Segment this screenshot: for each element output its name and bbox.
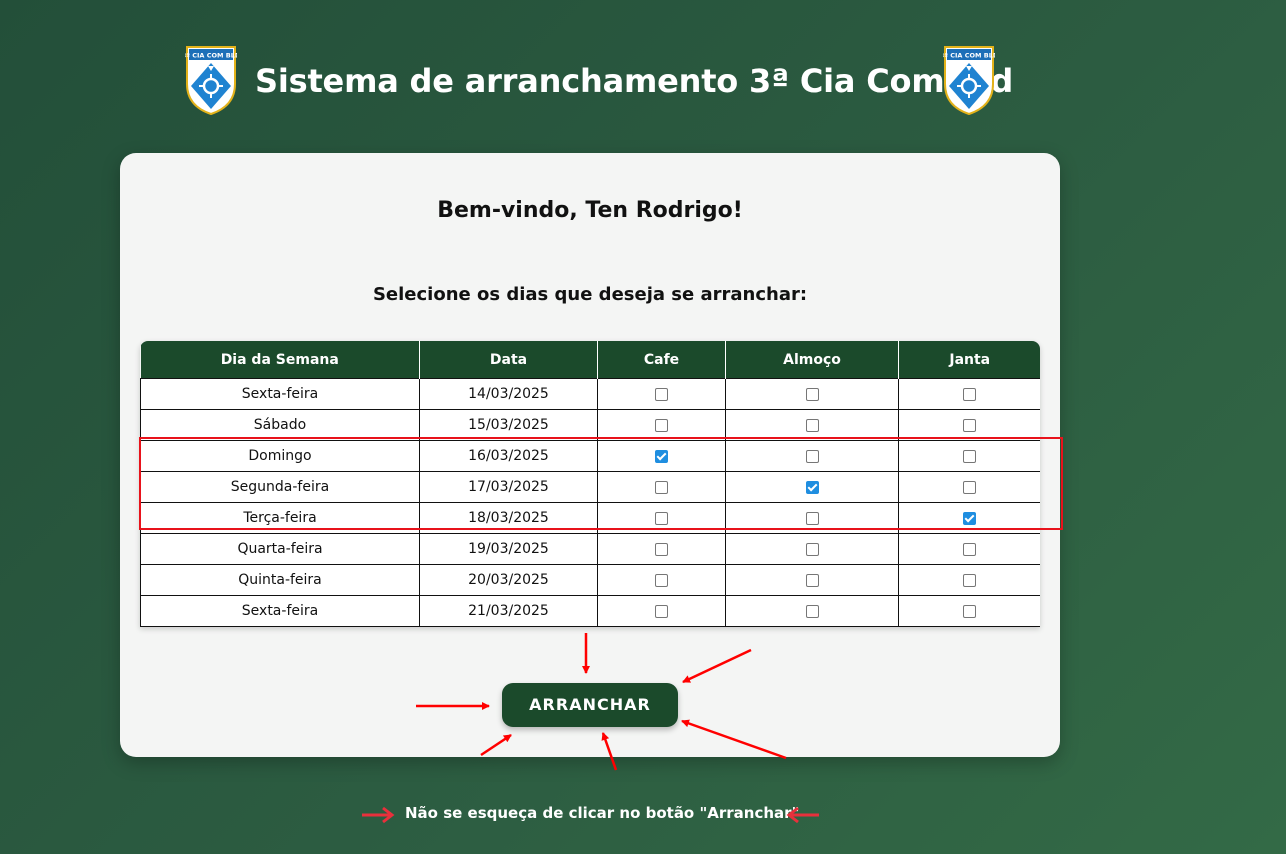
cell-date: 16/03/2025 xyxy=(419,440,598,472)
cafe-checkbox[interactable] xyxy=(655,542,668,556)
cell-day: Sexta-feira xyxy=(140,378,420,410)
cell-day: Sexta-feira xyxy=(140,595,420,627)
cell-date: 17/03/2025 xyxy=(419,471,598,503)
almoco-checkbox[interactable] xyxy=(805,418,819,432)
table-row: Domingo 16/03/2025 xyxy=(140,440,1040,472)
cafe-checkbox[interactable] xyxy=(655,511,668,525)
cell-almoco xyxy=(725,378,899,410)
cell-day: Terça-feira xyxy=(140,502,420,534)
cell-day: Quinta-feira xyxy=(140,564,420,596)
cell-cafe xyxy=(597,378,726,410)
cell-cafe xyxy=(597,502,726,534)
cell-cafe xyxy=(597,440,726,472)
cell-almoco xyxy=(725,595,899,627)
arranchar-button[interactable]: ARRANCHAR xyxy=(502,683,678,727)
cafe-checkbox[interactable] xyxy=(655,604,668,618)
cell-date: 15/03/2025 xyxy=(419,409,598,441)
header-cafe: Cafe xyxy=(597,341,726,379)
janta-checkbox[interactable] xyxy=(963,480,976,494)
cell-janta xyxy=(898,471,1040,503)
janta-checkbox[interactable] xyxy=(963,542,976,556)
table-row: Segunda-feira 17/03/2025 xyxy=(140,471,1040,503)
cell-janta xyxy=(898,502,1040,534)
cell-day: Segunda-feira xyxy=(140,471,420,503)
cell-almoco xyxy=(725,440,899,472)
cell-day: Sábado xyxy=(140,409,420,441)
cell-almoco xyxy=(725,409,899,441)
header-almoco: Almoço xyxy=(725,341,899,379)
welcome-message: Bem-vindo, Ten Rodrigo! xyxy=(437,198,743,223)
cell-day: Quarta-feira xyxy=(140,533,420,565)
almoco-checkbox[interactable] xyxy=(805,387,819,401)
table-header-row: Dia da Semana Data Cafe Almoço Janta xyxy=(140,341,1040,379)
table-row: Quinta-feira 20/03/2025 xyxy=(140,564,1040,596)
header-date: Data xyxy=(419,341,598,379)
cell-janta xyxy=(898,409,1040,441)
cell-cafe xyxy=(597,564,726,596)
cell-date: 18/03/2025 xyxy=(419,502,598,534)
almoco-checkbox[interactable] xyxy=(805,573,819,587)
cell-almoco xyxy=(725,564,899,596)
cell-janta xyxy=(898,533,1040,565)
cell-day: Domingo xyxy=(140,440,420,472)
cell-cafe xyxy=(597,471,726,503)
cell-cafe xyxy=(597,595,726,627)
cell-janta xyxy=(898,564,1040,596)
cell-date: 21/03/2025 xyxy=(419,595,598,627)
cell-almoco xyxy=(725,533,899,565)
cell-janta xyxy=(898,595,1040,627)
svg-text:3ª CIA COM BLD: 3ª CIA COM BLD xyxy=(943,52,995,60)
cell-almoco xyxy=(725,471,899,503)
cell-cafe xyxy=(597,533,726,565)
cafe-checkbox[interactable] xyxy=(655,418,668,432)
meal-table-container: Dia da Semana Data Cafe Almoço Janta Sex… xyxy=(140,341,1040,627)
cell-almoco xyxy=(725,502,899,534)
cell-cafe xyxy=(597,409,726,441)
almoco-checkbox[interactable] xyxy=(805,449,819,463)
arrow-right-icon xyxy=(362,806,395,824)
janta-checkbox[interactable] xyxy=(963,604,976,618)
cafe-checkbox[interactable] xyxy=(655,387,668,401)
table-row: Sexta-feira 21/03/2025 xyxy=(140,595,1040,627)
janta-checkbox[interactable] xyxy=(963,387,976,401)
table-row: Terça-feira 18/03/2025 xyxy=(140,502,1040,534)
cell-date: 19/03/2025 xyxy=(419,533,598,565)
janta-checkbox[interactable] xyxy=(963,418,976,432)
table-row: Quarta-feira 19/03/2025 xyxy=(140,533,1040,565)
reminder-text: Não se esqueça de clicar no botão "Arran… xyxy=(405,804,800,822)
unit-emblem-icon: 3ª CIA COM BLD xyxy=(185,46,237,116)
table-row: Sexta-feira 14/03/2025 xyxy=(140,378,1040,410)
unit-emblem-icon: 3ª CIA COM BLD xyxy=(943,46,995,116)
page-header: 3ª CIA COM BLD Sistema de arranchamento … xyxy=(185,44,1014,116)
arrow-left-icon xyxy=(786,806,819,824)
almoco-checkbox[interactable] xyxy=(805,480,819,494)
cell-janta xyxy=(898,378,1040,410)
instruction-text: Selecione os dias que deseja se arrancha… xyxy=(372,284,808,305)
meal-table: Dia da Semana Data Cafe Almoço Janta Sex… xyxy=(140,341,1040,627)
cafe-checkbox[interactable] xyxy=(655,573,668,587)
header-janta: Janta xyxy=(898,341,1040,379)
page-title: Sistema de arranchamento 3ª Cia Com Bld xyxy=(255,62,1014,100)
cell-janta xyxy=(898,440,1040,472)
almoco-checkbox[interactable] xyxy=(805,511,819,525)
table-body: Sexta-feira 14/03/2025 Sábado 15/03/2025 Dom… xyxy=(140,378,1040,627)
reminder-message: Não se esqueça de clicar no botão "Arran… xyxy=(360,800,830,828)
svg-text:3ª CIA COM BLD: 3ª CIA COM BLD xyxy=(185,52,237,60)
cell-date: 14/03/2025 xyxy=(419,378,598,410)
almoco-checkbox[interactable] xyxy=(805,604,819,618)
main-card: Bem-vindo, Ten Rodrigo! Selecione os dia… xyxy=(120,153,1060,757)
cafe-checkbox[interactable] xyxy=(655,449,668,463)
janta-checkbox[interactable] xyxy=(963,449,976,463)
almoco-checkbox[interactable] xyxy=(805,542,819,556)
janta-checkbox[interactable] xyxy=(963,511,976,525)
cafe-checkbox[interactable] xyxy=(655,480,668,494)
cell-date: 20/03/2025 xyxy=(419,564,598,596)
header-day: Dia da Semana xyxy=(140,341,420,379)
janta-checkbox[interactable] xyxy=(963,573,976,587)
table-row: Sábado 15/03/2025 xyxy=(140,409,1040,441)
